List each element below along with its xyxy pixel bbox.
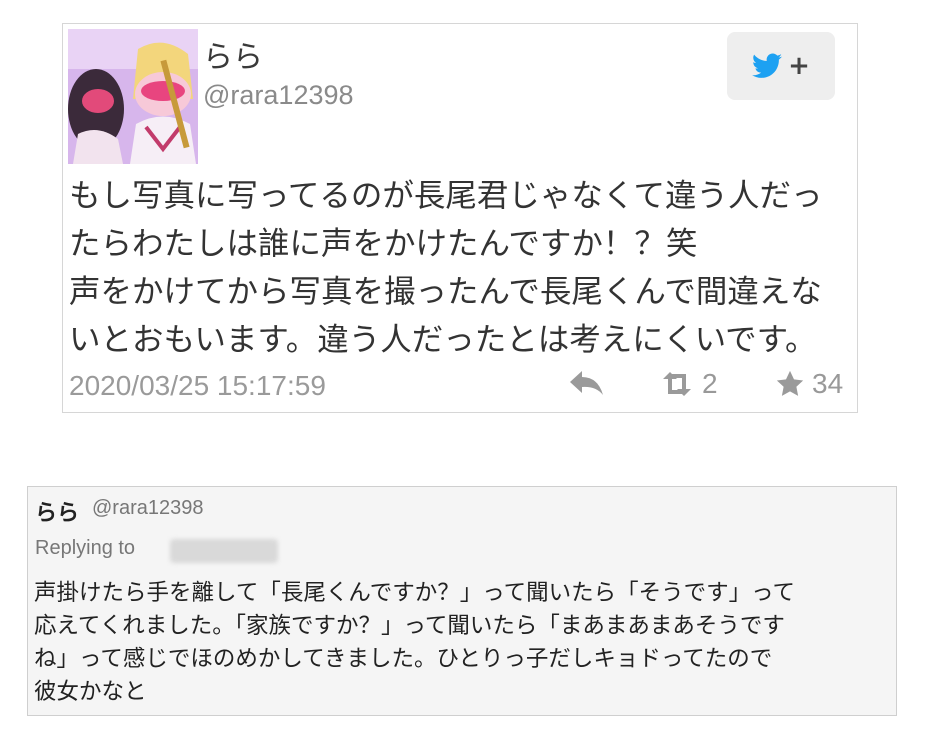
redacted-username	[170, 539, 278, 563]
twitter-bird-icon	[752, 53, 783, 78]
reply-line: 応えてくれました。「家族ですか？」って聞いたら「まあまあまあそうです	[34, 613, 785, 639]
tweet-line: 声をかけてから写真を撮ったんで長尾くんで間違えな	[69, 274, 822, 310]
tweet-card: らら @rara12398 + もし写真に写ってるのが長尾君じゃなくて違う人だっ…	[62, 23, 858, 413]
reply-handle[interactable]: @rara12398	[92, 497, 203, 520]
timestamp[interactable]: 2020/03/25 15:17:59	[69, 370, 326, 402]
retweet-button[interactable]: 2	[658, 368, 718, 400]
reply-button[interactable]	[568, 368, 606, 398]
avatar-image	[68, 29, 198, 164]
replying-to-label: Replying to	[35, 537, 136, 559]
retweet-count: 2	[702, 368, 718, 399]
follow-button[interactable]: +	[727, 32, 835, 100]
tweet-line: もし写真に写ってるのが長尾君じゃなくて違う人だっ	[69, 178, 823, 214]
avatar[interactable]	[68, 29, 198, 164]
tweet-line: たらわたしは誰に声をかけたんですか！？笑	[69, 226, 698, 262]
display-name[interactable]: らら	[203, 32, 263, 76]
reply-line: 彼女かなと	[34, 679, 147, 705]
like-button[interactable]: 34	[774, 368, 843, 400]
star-icon	[776, 370, 804, 396]
reply-card: らら @rara12398 Replying to 声掛けたら手を離して「長尾く…	[27, 486, 897, 716]
reply-text: 声掛けたら手を離して「長尾くんですか？」って聞いたら「そうです」って 応えてくれ…	[34, 577, 894, 709]
reply-line: 声掛けたら手を離して「長尾くんですか？」って聞いたら「そうです」って	[34, 580, 795, 606]
retweet-icon	[663, 372, 691, 396]
reply-icon	[570, 371, 603, 395]
tweet-text: もし写真に写ってるのが長尾君じゃなくて違う人だっ たらわたしは誰に声をかけたんで…	[69, 172, 853, 364]
tweet-line: いとおもいます。違う人だったとは考えにくいです。	[69, 322, 817, 358]
follow-plus: +	[788, 51, 810, 81]
reply-line: ね」って感じでほのめかしてきました。ひとりっ子だしキョドってたので	[34, 646, 773, 672]
like-count: 34	[812, 368, 844, 399]
handle[interactable]: @rara12398	[203, 80, 354, 111]
reply-display-name[interactable]: らら	[35, 495, 79, 527]
